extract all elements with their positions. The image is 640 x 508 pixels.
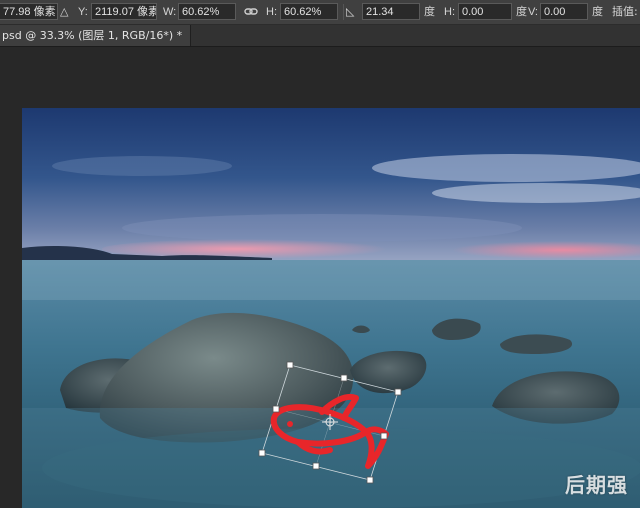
vertical-skew-field[interactable]: 0.00	[540, 3, 588, 20]
separator	[343, 4, 344, 20]
transform-handle[interactable]	[380, 432, 388, 440]
transform-handle[interactable]	[272, 405, 280, 413]
transform-handle[interactable]	[312, 462, 320, 470]
transform-handle[interactable]	[340, 374, 348, 382]
interpolation-label[interactable]: 插值:	[612, 0, 638, 24]
rotate-angle-field[interactable]: 21.34	[362, 3, 420, 20]
transform-handle[interactable]	[286, 361, 294, 369]
hskew-unit: 度	[516, 5, 527, 18]
document-tab[interactable]: psd @ 33.3% (图层 1, RGB/16*) *	[0, 25, 192, 46]
h-label: H:	[266, 6, 277, 18]
horizontal-skew-field[interactable]: 0.00	[458, 3, 512, 20]
transform-handle[interactable]	[394, 388, 402, 396]
height-field[interactable]: 60.62%	[280, 3, 338, 20]
w-label: W:	[163, 6, 177, 18]
options-bar: 77.98 像素 △ Y: 2119.07 像素 W: 60.62% H: 60…	[0, 0, 640, 25]
transform-handle[interactable]	[366, 476, 374, 484]
transform-handle[interactable]	[258, 449, 266, 457]
fish-eye	[287, 421, 293, 427]
rotate-angle-icon: ◺	[346, 6, 355, 18]
canvas-image[interactable]: 后期强	[22, 108, 640, 508]
link-icon[interactable]	[244, 0, 258, 24]
hskew-label: H:	[444, 6, 455, 18]
x-position-field[interactable]: 77.98 像素	[0, 3, 58, 20]
vskew-label: V:	[528, 6, 538, 18]
y-position-field[interactable]: 2119.07 像素	[91, 3, 157, 20]
document-tab-bar: psd @ 33.3% (图层 1, RGB/16*) *	[0, 25, 640, 47]
y-label: Y:	[78, 6, 88, 18]
width-field[interactable]: 60.62%	[178, 3, 236, 20]
seascape-photo	[22, 108, 640, 508]
watermark-logo: 后期强	[565, 473, 628, 497]
vskew-unit: 度	[592, 5, 603, 18]
angle-unit: 度	[424, 5, 435, 18]
reference-delta-icon[interactable]: △	[60, 0, 68, 24]
